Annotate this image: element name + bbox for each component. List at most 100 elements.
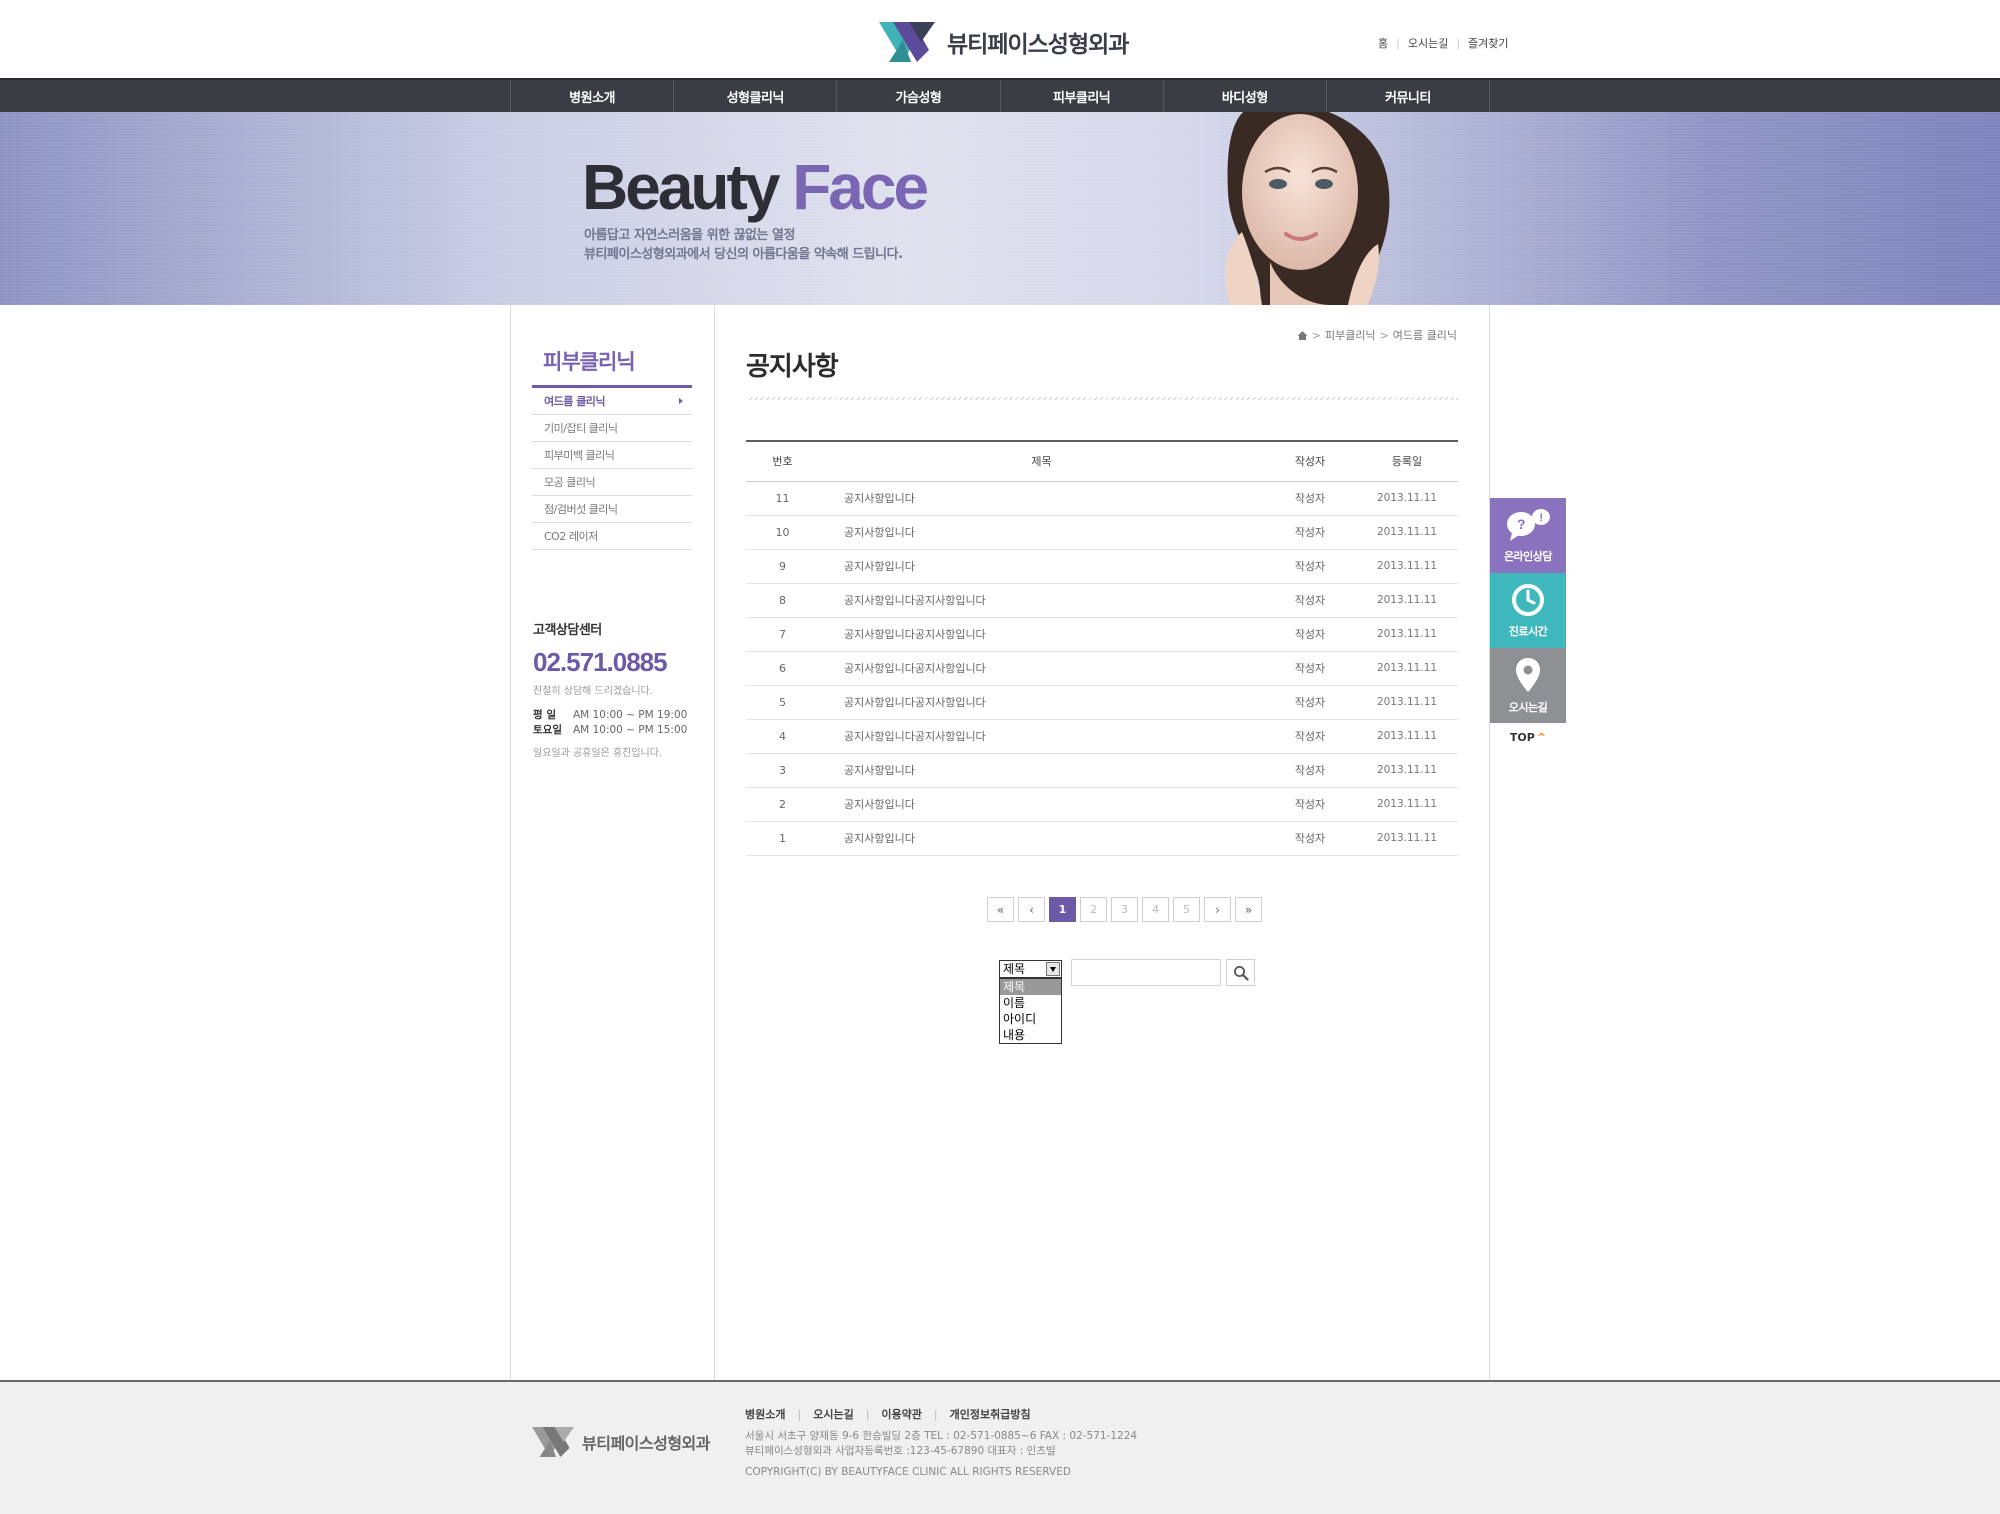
quick-online-consult[interactable]: ? ! 온라인상담: [1490, 498, 1566, 573]
page-button-4[interactable]: 4: [1142, 897, 1169, 922]
cell-title[interactable]: 공지사항입니다공지사항입니다: [819, 617, 1264, 652]
back-to-top-button[interactable]: TOP ^: [1490, 723, 1566, 751]
sub-nav-item-label: CO2 레이저: [544, 530, 598, 543]
footer-link-privacy[interactable]: 개인정보취급방침: [950, 1406, 1031, 1422]
sub-nav-item-acne[interactable]: 여드름 클리닉: [532, 388, 692, 415]
option-title[interactable]: 제목: [1000, 979, 1061, 995]
table-row[interactable]: 8 공지사항입니다공지사항입니다 작성자 2013.11.11: [746, 583, 1458, 618]
column-header-writer: 작성자: [1264, 441, 1356, 482]
customer-center-title: 고객상담센터: [533, 623, 602, 638]
clock-icon: [1512, 583, 1544, 616]
cell-title[interactable]: 공지사항입니다: [819, 753, 1264, 788]
util-link-directions[interactable]: 오시는길: [1408, 35, 1448, 51]
cell-title[interactable]: 공지사항입니다: [819, 787, 1264, 822]
home-icon[interactable]: [1297, 330, 1308, 341]
sub-nav-item-label: 기미/잡티 클리닉: [544, 422, 618, 435]
search-field-select[interactable]: 제목: [999, 960, 1062, 978]
option-content[interactable]: 내용: [1000, 1027, 1061, 1043]
table-row[interactable]: 1 공지사항입니다 작성자 2013.11.11: [746, 821, 1458, 856]
prev-page-button[interactable]: ‹: [1018, 897, 1045, 922]
cell-no: 1: [746, 821, 819, 856]
cell-title[interactable]: 공지사항입니다: [819, 481, 1264, 516]
breadcrumb-item[interactable]: 여드름 클리닉: [1393, 327, 1457, 343]
footer-link-terms[interactable]: 이용약관: [881, 1406, 921, 1422]
page-title: 공지사항: [746, 352, 839, 382]
util-link-bookmark[interactable]: 즐겨찾기: [1468, 35, 1508, 51]
table-row[interactable]: 2 공지사항입니다 작성자 2013.11.11: [746, 787, 1458, 822]
nav-item-community[interactable]: 커뮤니티: [1327, 80, 1491, 112]
footer-link-about[interactable]: 병원소개: [745, 1406, 785, 1422]
page-button-3[interactable]: 3: [1111, 897, 1138, 922]
sub-nav-item-whitening[interactable]: 피부미백 클리닉: [532, 442, 692, 469]
cell-writer: 작성자: [1264, 685, 1356, 720]
cell-title[interactable]: 공지사항입니다공지사항입니다: [819, 583, 1264, 618]
cell-date: 2013.11.11: [1356, 481, 1458, 516]
nav-item-plastic[interactable]: 성형클리닉: [674, 80, 838, 112]
util-link-home[interactable]: 홈: [1378, 35, 1388, 51]
option-name[interactable]: 이름: [1000, 995, 1061, 1011]
footer-logo-text: 뷰티페이스성형외과: [582, 1434, 710, 1453]
sub-nav-item-moles[interactable]: 점/검버섯 클리닉: [532, 496, 692, 523]
search-icon: [1233, 965, 1249, 981]
option-id[interactable]: 아이디: [1000, 1011, 1061, 1027]
cell-no: 5: [746, 685, 819, 720]
cell-title[interactable]: 공지사항입니다: [819, 549, 1264, 584]
sub-nav-item-pores[interactable]: 모공 클리닉: [532, 469, 692, 496]
breadcrumb-separator: >: [1311, 328, 1321, 342]
cell-no: 11: [746, 481, 819, 516]
sub-nav-title: 피부클리닉: [543, 350, 636, 374]
logo-mark-icon: [879, 22, 935, 62]
nav-item-breast[interactable]: 가슴성형: [837, 80, 1001, 112]
quick-clinic-hours[interactable]: 진료시간: [1490, 573, 1566, 648]
quick-directions[interactable]: 오시는길: [1490, 648, 1566, 723]
sub-nav-item-spots[interactable]: 기미/잡티 클리닉: [532, 415, 692, 442]
cell-title[interactable]: 공지사항입니다공지사항입니다: [819, 719, 1264, 754]
cell-title[interactable]: 공지사항입니다: [819, 821, 1264, 856]
table-row[interactable]: 4 공지사항입니다공지사항입니다 작성자 2013.11.11: [746, 719, 1458, 754]
table-row[interactable]: 11 공지사항입니다 작성자 2013.11.11: [746, 481, 1458, 516]
cell-writer: 작성자: [1264, 787, 1356, 822]
footer-logo: 뷰티페이스성형외과: [532, 1427, 710, 1457]
next-page-button[interactable]: ›: [1204, 897, 1231, 922]
page-button-2[interactable]: 2: [1080, 897, 1107, 922]
footer-copyright: COPYRIGHT(C) BY BEAUTYFACE CLINIC ALL RI…: [745, 1466, 1071, 1478]
nav-item-skin[interactable]: 피부클리닉: [1001, 80, 1164, 112]
footer: 뷰티페이스성형외과 병원소개 | 오시는길 | 이용약관 | 개인정보취급방침 …: [0, 1380, 2000, 1514]
chevron-down-icon[interactable]: [1046, 962, 1060, 976]
table-row[interactable]: 5 공지사항입니다공지사항입니다 작성자 2013.11.11: [746, 685, 1458, 720]
footer-info: 서울시 서초구 양재동 9-6 한승빌딩 2층 TEL : 02-571-088…: [745, 1429, 1137, 1459]
quick-label: 진료시간: [1508, 624, 1548, 638]
site-logo[interactable]: 뷰티페이스성형외과: [879, 22, 1129, 62]
cell-no: 7: [746, 617, 819, 652]
cell-title[interactable]: 공지사항입니다: [819, 515, 1264, 550]
sub-nav-item-co2[interactable]: CO2 레이저: [532, 523, 692, 550]
footer-link-separator: |: [865, 1407, 870, 1421]
cell-title[interactable]: 공지사항입니다공지사항입니다: [819, 651, 1264, 686]
cell-writer: 작성자: [1264, 583, 1356, 618]
search-input[interactable]: [1071, 959, 1221, 986]
last-page-button[interactable]: »: [1235, 897, 1262, 922]
first-page-button[interactable]: «: [987, 897, 1014, 922]
table-row[interactable]: 7 공지사항입니다공지사항입니다 작성자 2013.11.11: [746, 617, 1458, 652]
table-row[interactable]: 3 공지사항입니다 작성자 2013.11.11: [746, 753, 1458, 788]
map-pin-icon: [1516, 657, 1540, 692]
search-button[interactable]: [1226, 959, 1255, 986]
table-row[interactable]: 6 공지사항입니다공지사항입니다 작성자 2013.11.11: [746, 651, 1458, 686]
customer-center-subtitle: 친절히 상담해 드리겠습니다.: [533, 686, 653, 697]
breadcrumb-item[interactable]: 피부클리닉: [1325, 327, 1376, 343]
page-button-5[interactable]: 5: [1173, 897, 1200, 922]
customer-center-phone: 02.571.0885: [533, 647, 668, 677]
nav-item-body[interactable]: 바디성형: [1164, 80, 1327, 112]
footer-link-separator: |: [797, 1407, 802, 1421]
hero-banner: Beauty Face 아름답고 자연스러움을 위한 끊없는 열정 뷰티페이스성…: [0, 112, 2000, 305]
table-row[interactable]: 9 공지사항입니다 작성자 2013.11.11: [746, 549, 1458, 584]
nav-item-about[interactable]: 병원소개: [511, 80, 675, 112]
footer-links: 병원소개 | 오시는길 | 이용약관 | 개인정보취급방침: [745, 1406, 1031, 1422]
cell-title[interactable]: 공지사항입니다공지사항입니다: [819, 685, 1264, 720]
notice-board-table: 번호 제목 작성자 등록일 11 공지사항입니다 작성자 2013.11.11 10 공지…: [746, 440, 1458, 856]
quick-label: 온라인상담: [1503, 549, 1553, 563]
page-button-1[interactable]: 1: [1049, 897, 1076, 922]
util-separator: |: [1396, 36, 1400, 50]
table-row[interactable]: 10 공지사항입니다 작성자 2013.11.11: [746, 515, 1458, 550]
footer-link-directions[interactable]: 오시는길: [813, 1406, 853, 1422]
